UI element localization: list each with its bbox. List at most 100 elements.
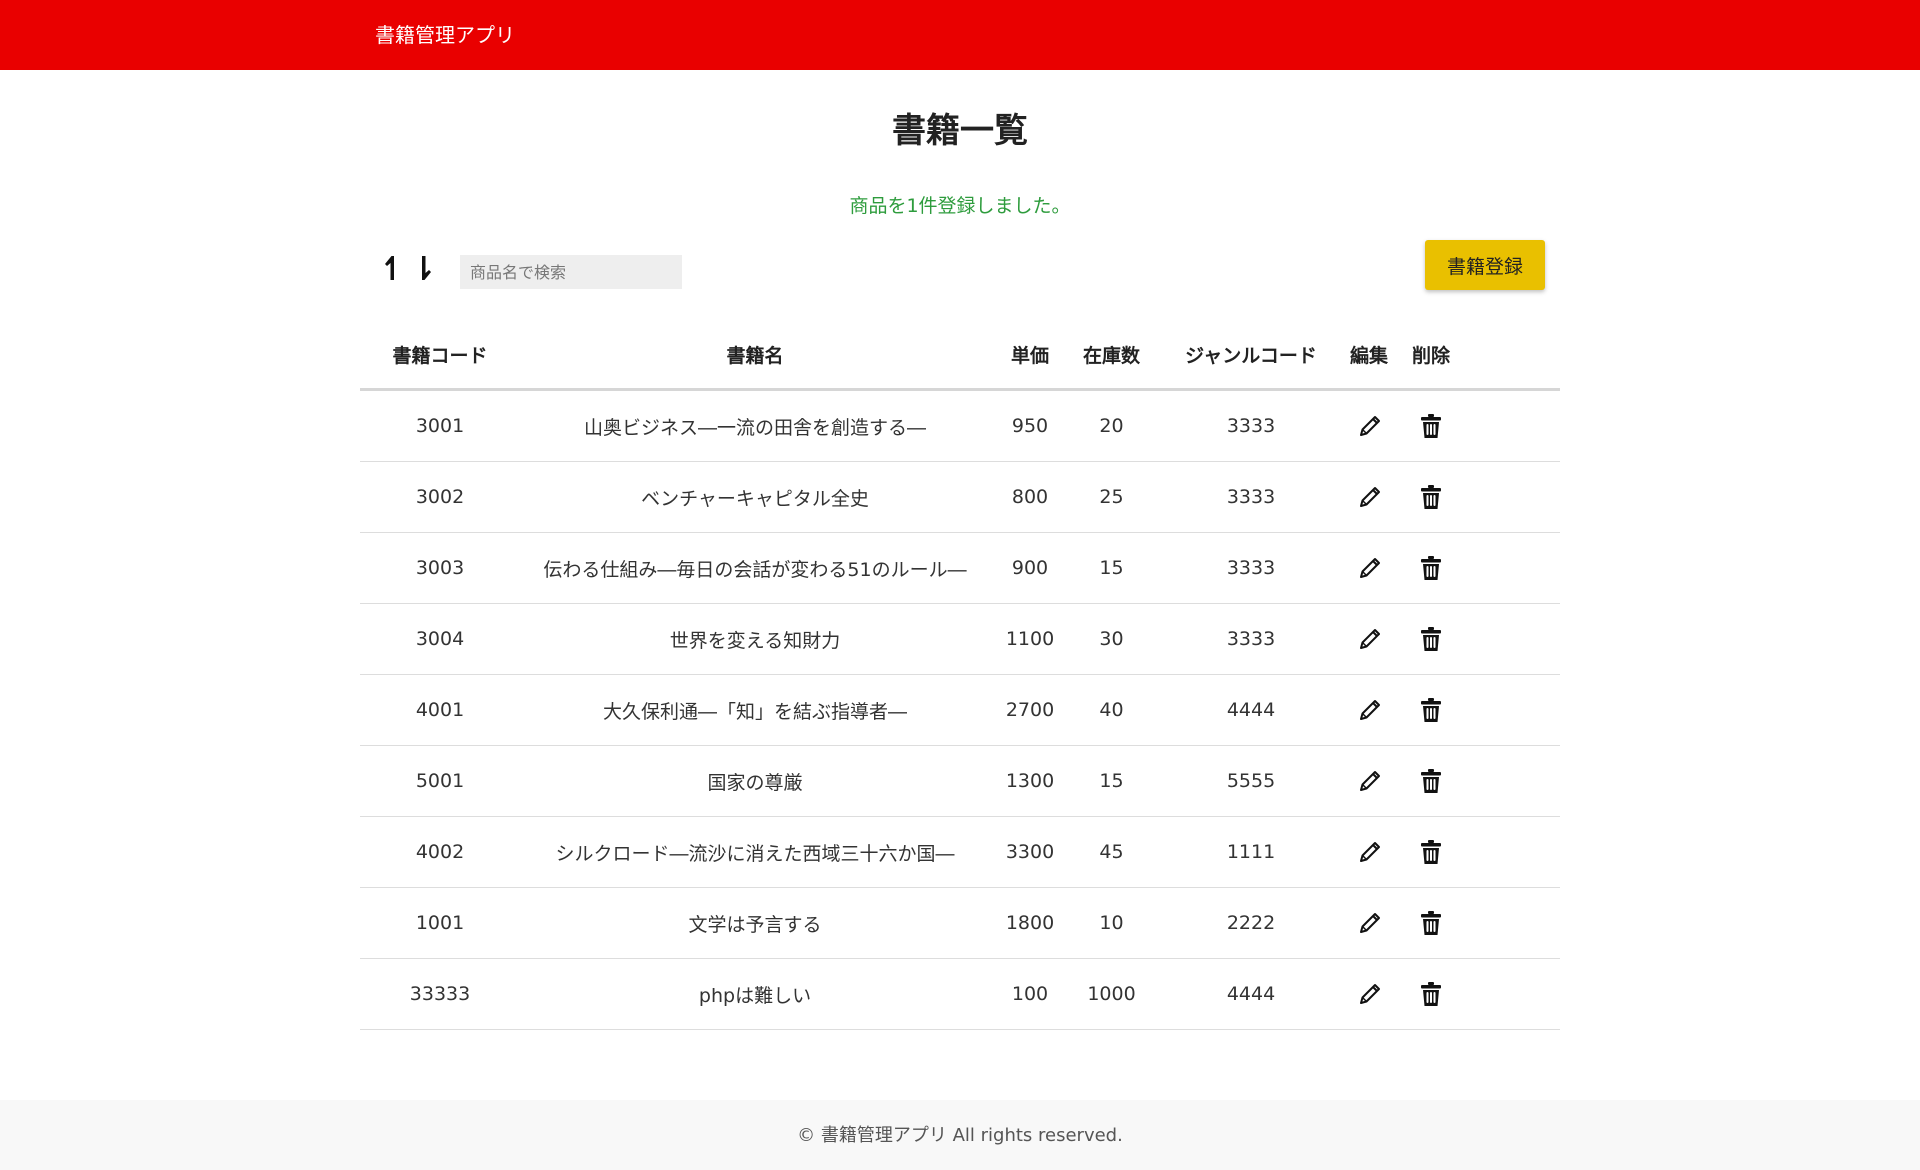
pencil-icon [1360, 984, 1380, 1004]
table-header-row: 書籍コード 書籍名 単価 在庫数 ジャンルコード 編集 削除 [360, 320, 1560, 391]
column-header-delete: 削除 [1411, 320, 1560, 391]
book-genre-code: 3333 [1153, 532, 1349, 604]
pencil-icon [1360, 700, 1380, 720]
column-header-genre: ジャンルコード [1153, 320, 1349, 391]
book-stock: 30 [1070, 603, 1153, 675]
column-header-stock: 在庫数 [1070, 320, 1153, 391]
delete-button[interactable] [1416, 695, 1446, 725]
book-price: 900 [990, 532, 1070, 604]
table-row: 4002 シルクロード―流沙に消えた西域三十六か国― 3300 45 1111 [360, 816, 1560, 888]
table-body: 3001 山奥ビジネス―一流の田舎を創造する― 950 20 3333 3002 ベンチャー… [360, 389, 1560, 1030]
edit-cell [1349, 532, 1411, 604]
book-name: 国家の尊厳 [520, 745, 990, 817]
book-price: 3300 [990, 816, 1070, 888]
delete-button[interactable] [1416, 908, 1446, 938]
trash-icon [1421, 840, 1441, 864]
edit-cell [1349, 461, 1411, 533]
trash-icon [1421, 485, 1441, 509]
edit-button[interactable] [1355, 411, 1385, 441]
pencil-icon [1360, 487, 1380, 507]
column-header-price: 単価 [990, 320, 1070, 391]
register-book-button[interactable]: 書籍登録 [1425, 240, 1545, 290]
book-name: ベンチャーキャピタル全史 [520, 461, 990, 533]
edit-button[interactable] [1355, 979, 1385, 1009]
app-title-link[interactable]: 書籍管理アプリ [375, 20, 515, 50]
book-code: 3002 [360, 461, 520, 533]
delete-cell [1411, 603, 1560, 675]
book-name: シルクロード―流沙に消えた西域三十六か国― [520, 816, 990, 888]
book-genre-code: 3333 [1153, 461, 1349, 533]
pencil-icon [1360, 771, 1380, 791]
delete-button[interactable] [1416, 624, 1446, 654]
delete-cell [1411, 887, 1560, 959]
table-row: 4001 大久保利通―「知」を結ぶ指導者― 2700 40 4444 [360, 674, 1560, 746]
delete-cell [1411, 958, 1560, 1030]
book-genre-code: 3333 [1153, 389, 1349, 462]
book-code: 3001 [360, 389, 520, 462]
book-name: 世界を変える知財力 [520, 603, 990, 675]
column-header-code: 書籍コード [360, 320, 520, 391]
table-row: 3002 ベンチャーキャピタル全史 800 25 3333 [360, 461, 1560, 533]
book-genre-code: 3333 [1153, 603, 1349, 675]
trash-icon [1421, 982, 1441, 1006]
book-code: 4001 [360, 674, 520, 746]
trash-icon [1421, 556, 1441, 580]
book-genre-code: 1111 [1153, 816, 1349, 888]
book-code: 4002 [360, 816, 520, 888]
sort-desc-button[interactable] [414, 254, 438, 282]
book-code: 3004 [360, 603, 520, 675]
delete-button[interactable] [1416, 411, 1446, 441]
footer: © 書籍管理アプリ All rights reserved. [0, 1100, 1920, 1170]
delete-cell [1411, 532, 1560, 604]
book-stock: 10 [1070, 887, 1153, 959]
edit-button[interactable] [1355, 482, 1385, 512]
column-header-name: 書籍名 [520, 320, 990, 391]
book-stock: 25 [1070, 461, 1153, 533]
book-price: 800 [990, 461, 1070, 533]
search-input[interactable] [460, 255, 682, 289]
trash-icon [1421, 698, 1441, 722]
edit-button[interactable] [1355, 695, 1385, 725]
edit-button[interactable] [1355, 908, 1385, 938]
books-table: 書籍コード 書籍名 単価 在庫数 ジャンルコード 編集 削除 3001 山奥ビジネ… [360, 320, 1560, 1030]
book-code: 33333 [360, 958, 520, 1030]
edit-cell [1349, 745, 1411, 817]
delete-button[interactable] [1416, 482, 1446, 512]
trash-icon [1421, 911, 1441, 935]
delete-cell [1411, 389, 1560, 462]
book-price: 1100 [990, 603, 1070, 675]
book-name: 山奥ビジネス―一流の田舎を創造する― [520, 389, 990, 462]
delete-button[interactable] [1416, 553, 1446, 583]
edit-cell [1349, 887, 1411, 959]
book-stock: 20 [1070, 389, 1153, 462]
edit-cell [1349, 389, 1411, 462]
book-code: 5001 [360, 745, 520, 817]
book-genre-code: 4444 [1153, 958, 1349, 1030]
edit-cell [1349, 958, 1411, 1030]
edit-cell [1349, 816, 1411, 888]
table-row: 33333 phpは難しい 100 1000 4444 [360, 958, 1560, 1030]
book-price: 100 [990, 958, 1070, 1030]
sort-asc-button[interactable] [382, 254, 406, 282]
book-price: 1800 [990, 887, 1070, 959]
edit-button[interactable] [1355, 766, 1385, 796]
app-header: 書籍管理アプリ [0, 0, 1920, 70]
delete-button[interactable] [1416, 766, 1446, 796]
edit-button[interactable] [1355, 553, 1385, 583]
book-price: 2700 [990, 674, 1070, 746]
edit-cell [1349, 603, 1411, 675]
delete-cell [1411, 674, 1560, 746]
book-stock: 40 [1070, 674, 1153, 746]
delete-button[interactable] [1416, 979, 1446, 1009]
book-price: 1300 [990, 745, 1070, 817]
pencil-icon [1360, 842, 1380, 862]
delete-cell [1411, 461, 1560, 533]
delete-button[interactable] [1416, 837, 1446, 867]
book-stock: 45 [1070, 816, 1153, 888]
edit-button[interactable] [1355, 624, 1385, 654]
edit-cell [1349, 674, 1411, 746]
book-stock: 15 [1070, 532, 1153, 604]
book-code: 1001 [360, 887, 520, 959]
edit-button[interactable] [1355, 837, 1385, 867]
trash-icon [1421, 414, 1441, 438]
